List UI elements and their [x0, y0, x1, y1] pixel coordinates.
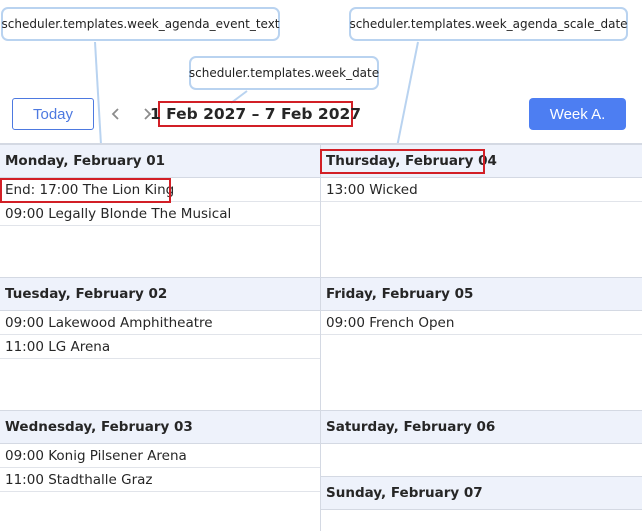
today-button[interactable]: Today	[12, 98, 94, 130]
day-header-friday: Friday, February 05	[321, 277, 642, 311]
column-divider	[320, 143, 321, 531]
event-item[interactable]: 09:00 Lakewood Amphitheatre	[0, 311, 320, 335]
week-date-range: 1 Feb 2027 – 7 Feb 2027	[150, 101, 361, 127]
day-header-saturday: Saturday, February 06	[321, 410, 642, 444]
callout-event-text-template: scheduler.templates.week_agenda_event_te…	[1, 7, 280, 41]
event-item[interactable]: 11:00 Stadthalle Graz	[0, 468, 320, 492]
day-header-wednesday: Wednesday, February 03	[0, 410, 320, 444]
event-item[interactable]: 09:00 Legally Blonde The Musical	[0, 202, 320, 226]
empty-day-slot	[321, 444, 642, 478]
week-agenda-view-button[interactable]: Week A.	[529, 98, 626, 130]
event-item[interactable]: 09:00 Konig Pilsener Arena	[0, 444, 320, 468]
prev-week-button[interactable]	[106, 103, 126, 125]
day-header-monday: Monday, February 01	[0, 144, 320, 178]
chevron-left-icon	[111, 108, 119, 120]
day-header-sunday: Sunday, February 07	[321, 476, 642, 510]
callout-scale-date-template: scheduler.templates.week_agenda_scale_da…	[349, 7, 628, 41]
event-item[interactable]: 09:00 French Open	[321, 311, 642, 335]
day-header-tuesday: Tuesday, February 02	[0, 277, 320, 311]
event-item[interactable]: End: 17:00 The Lion King	[0, 178, 320, 202]
callout-week-date-template: scheduler.templates.week_date	[189, 56, 379, 90]
event-item[interactable]: 13:00 Wicked	[321, 178, 642, 202]
day-header-thursday: Thursday, February 04	[321, 144, 642, 178]
event-item[interactable]: 11:00 LG Arena	[0, 335, 320, 359]
connector-scale-date	[395, 41, 419, 153]
